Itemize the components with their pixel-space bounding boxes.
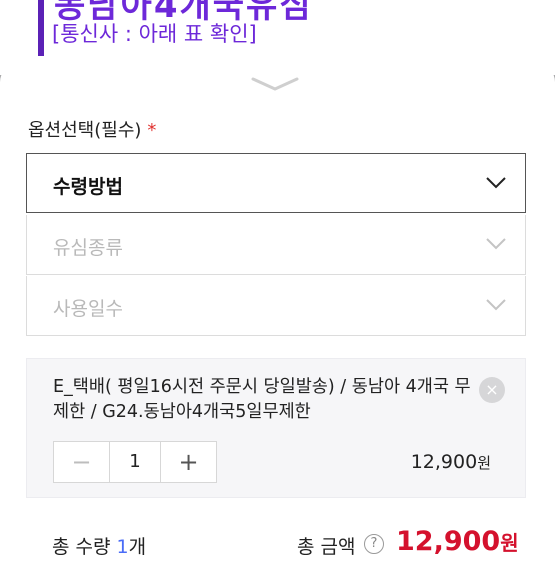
option-price-value: 12,900 — [410, 451, 478, 473]
chevron-down-icon — [486, 238, 506, 250]
quantity-increase-button[interactable]: + — [160, 442, 216, 482]
chevron-down-icon — [486, 299, 506, 311]
remove-option-button[interactable]: × — [479, 377, 505, 403]
option-price: 12,900원 — [411, 451, 491, 473]
banner-accent-bar — [38, 0, 44, 56]
select-sim-type[interactable]: 유심종류 — [26, 215, 526, 275]
option-section-title: 옵션선택(필수) — [28, 120, 142, 141]
select-delivery-method[interactable]: 수령방법 — [26, 153, 526, 213]
total-amount-unit: 원 — [500, 531, 519, 555]
select-usage-days-label: 사용일수 — [53, 298, 123, 320]
quantity-stepper: − 1 + — [53, 441, 217, 483]
sheet-collapse-handle-icon[interactable] — [250, 76, 300, 92]
quantity-decrease-button[interactable]: − — [54, 442, 110, 482]
option-bottom-sheet: 옵션선택(필수) * 수령방법 유심종류 사용일수 E_택배( 평일16시전 주문… — [0, 64, 555, 584]
select-sim-type-label: 유심종류 — [53, 237, 123, 259]
total-amount: 12,900원 — [396, 526, 519, 557]
banner-subtitle: [통신사 : 아래 표 확인] — [52, 22, 257, 46]
option-section-label: 옵션선택(필수) * — [28, 116, 156, 142]
total-amount-value: 12,900 — [396, 526, 501, 557]
select-usage-days[interactable]: 사용일수 — [26, 276, 526, 336]
selected-option-name: E_택배( 평일16시전 주문시 당일발송) / 동남아 4개국 무제한 / G… — [53, 377, 471, 422]
quantity-value[interactable]: 1 — [110, 442, 160, 482]
required-mark: * — [147, 120, 157, 141]
option-price-unit: 원 — [477, 454, 491, 472]
help-icon[interactable]: ? — [364, 534, 384, 554]
select-delivery-method-label: 수령방법 — [53, 176, 123, 198]
chevron-down-icon — [486, 177, 506, 189]
selected-option-item: E_택배( 평일16시전 주문시 당일발송) / 동남아 4개국 무제한 / G… — [26, 358, 526, 498]
order-totals: 총 수량 1개 총 금액 ? 12,900원 — [0, 526, 555, 566]
